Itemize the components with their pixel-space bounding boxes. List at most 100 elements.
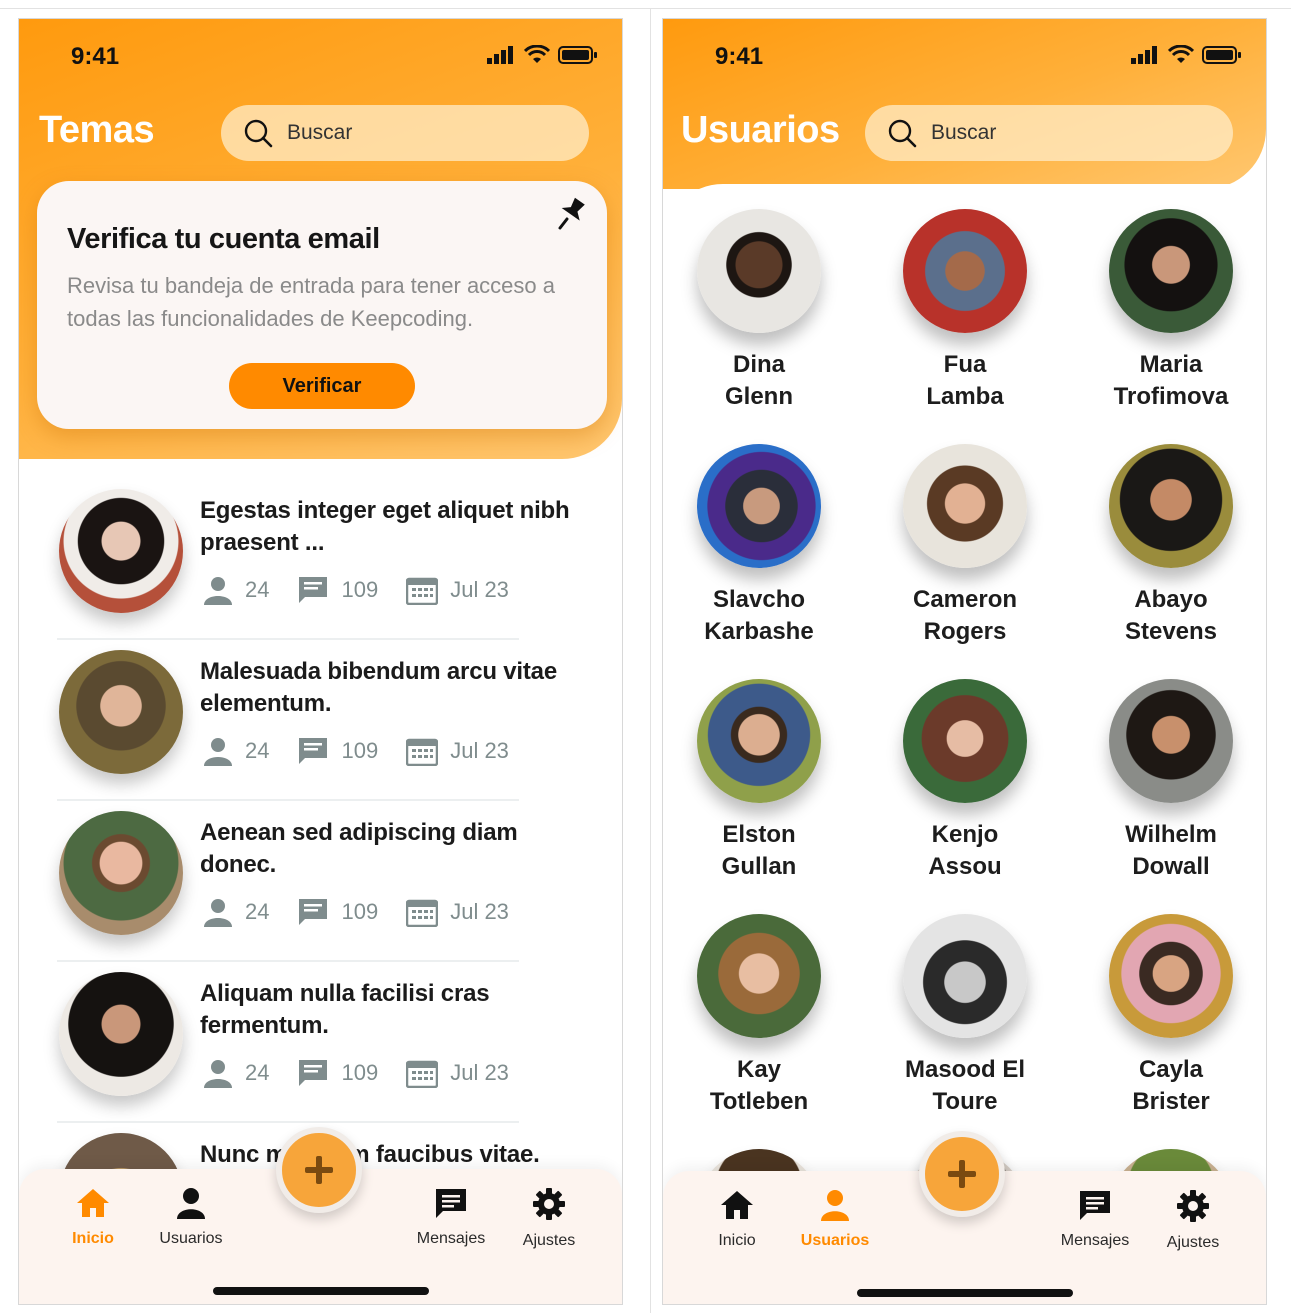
user-name: Slavcho Karbashe <box>704 586 814 645</box>
add-button[interactable] <box>276 1127 362 1213</box>
topic-avatar <box>59 972 183 1096</box>
home-indicator <box>213 1287 429 1295</box>
verify-email-card: Verifica tu cuenta email Revisa tu bande… <box>37 181 607 429</box>
tab-label: Inicio <box>72 1230 114 1247</box>
plus-icon <box>305 1156 333 1184</box>
topic-comment-count: 109 <box>341 1060 379 1085</box>
topic-row[interactable]: Malesuada bibendum arcu vitae elementum.… <box>57 640 587 801</box>
user-icon <box>204 1060 232 1088</box>
tab-mensajes[interactable]: Mensajes <box>401 1187 501 1248</box>
topic-user-count: 24 <box>245 577 270 602</box>
user-avatar <box>697 444 821 568</box>
user-icon <box>177 1188 205 1219</box>
user-card[interactable]: Maria Trofimova <box>1076 209 1266 419</box>
tab-usuarios[interactable]: Usuarios <box>785 1189 885 1250</box>
user-card[interactable]: Abayo Stevens <box>1076 444 1266 654</box>
user-card[interactable]: Cameron Rogers <box>870 444 1060 654</box>
topic-comment-count: 109 <box>341 738 379 763</box>
topic-comment-count: 109 <box>341 899 379 924</box>
search-icon <box>244 119 273 148</box>
user-card[interactable]: Elston Gullan <box>664 679 854 889</box>
tab-label: Inicio <box>718 1232 756 1249</box>
user-name: Cameron Rogers <box>912 586 1018 645</box>
topic-row[interactable]: Egestas integer eget aliquet nibh praese… <box>57 479 587 640</box>
topic-user-count: 24 <box>245 1060 270 1085</box>
message-icon <box>1080 1191 1110 1220</box>
status-time: 9:41 <box>71 43 120 70</box>
user-icon <box>204 738 232 766</box>
tab-label: Usuarios <box>159 1230 223 1247</box>
pin-icon[interactable] <box>557 195 589 231</box>
tab-ajustes[interactable]: Ajustes <box>1143 1189 1243 1252</box>
add-button[interactable] <box>919 1131 1005 1217</box>
topic-user-count: 24 <box>245 899 270 924</box>
user-card[interactable]: Kenjo Assou <box>870 679 1060 889</box>
user-icon <box>204 899 232 927</box>
battery-icon <box>558 46 597 64</box>
screenshot-divider <box>650 8 651 1313</box>
user-card[interactable]: Kay Totleben <box>664 914 854 1124</box>
user-card[interactable]: Cayla Brister <box>1076 914 1266 1124</box>
comment-icon <box>299 738 328 764</box>
user-card[interactable]: Slavcho Karbashe <box>664 444 854 654</box>
cellular-signal-icon <box>487 46 513 64</box>
status-bar: 9:41 <box>19 41 622 75</box>
verify-description: Revisa tu bandeja de entrada para tener … <box>67 273 555 331</box>
tab-inicio[interactable]: Inicio <box>43 1187 143 1248</box>
tab-label: Mensajes <box>416 1230 486 1247</box>
user-avatar <box>903 209 1027 333</box>
tab-inicio[interactable]: Inicio <box>687 1189 787 1250</box>
topic-date: Jul 23 <box>450 1060 509 1085</box>
tab-label: Mensajes <box>1060 1232 1130 1249</box>
verify-button[interactable]: Verificar <box>229 363 415 409</box>
user-card[interactable]: Masood El Toure <box>870 914 1060 1124</box>
topic-date: Jul 23 <box>450 577 509 602</box>
screenshot-top-border <box>0 8 1291 9</box>
user-icon <box>204 577 232 605</box>
comment-icon <box>299 899 328 925</box>
tab-usuarios[interactable]: Usuarios <box>141 1187 241 1248</box>
calendar-icon <box>406 577 439 605</box>
user-name: Cayla Brister <box>1132 1056 1210 1115</box>
user-avatar <box>1109 209 1233 333</box>
user-card[interactable]: Dina Glenn <box>664 209 854 419</box>
calendar-icon <box>406 738 439 766</box>
topic-row[interactable]: Aliquam nulla facilisi cras fermentum. 2… <box>57 962 587 1123</box>
tab-mensajes[interactable]: Mensajes <box>1045 1189 1145 1250</box>
home-icon <box>77 1189 109 1217</box>
search-icon <box>888 119 917 148</box>
topic-row[interactable]: Aenean sed adipiscing diam donec. 24 109… <box>57 801 587 962</box>
cellular-signal-icon <box>1131 46 1157 64</box>
topic-title: Nunc mi ipsum faucibus vitae. <box>200 1141 540 1168</box>
user-name: Kenjo Assou <box>928 821 1002 880</box>
user-name: Elston Gullan <box>721 821 797 880</box>
tab-label: Ajustes <box>522 1232 576 1249</box>
tab-label: Usuarios <box>800 1232 870 1249</box>
search-placeholder: Buscar <box>287 121 353 144</box>
topic-avatar <box>59 811 183 935</box>
user-icon <box>821 1190 849 1221</box>
comment-icon <box>299 577 328 603</box>
user-avatar <box>1109 679 1233 803</box>
search-input[interactable]: Buscar <box>221 105 589 161</box>
wifi-icon <box>524 45 550 63</box>
user-avatar <box>697 914 821 1038</box>
search-input[interactable]: Buscar <box>865 105 1233 161</box>
user-name: Maria Trofimova <box>1113 351 1229 410</box>
message-icon <box>436 1189 466 1218</box>
comment-icon <box>299 1060 328 1086</box>
usuarios-screen: 9:41 Usuarios Buscar Dina Glenn Fua Lamba … <box>662 18 1267 1305</box>
topic-title: Malesuada bibendum arcu vitae elementum. <box>200 658 557 717</box>
tab-ajustes[interactable]: Ajustes <box>499 1187 599 1250</box>
user-card[interactable]: Wilhelm Dowall <box>1076 679 1266 889</box>
plus-icon <box>948 1160 976 1188</box>
topic-date: Jul 23 <box>450 738 509 763</box>
user-avatar <box>903 444 1027 568</box>
topic-comment-count: 109 <box>341 577 379 602</box>
user-name: Fua Lamba <box>926 351 1004 410</box>
user-name: Abayo Stevens <box>1124 586 1218 645</box>
status-time: 9:41 <box>715 43 764 70</box>
user-name: Dina Glenn <box>724 351 793 410</box>
user-card[interactable]: Fua Lamba <box>870 209 1060 419</box>
search-placeholder: Buscar <box>931 121 997 144</box>
